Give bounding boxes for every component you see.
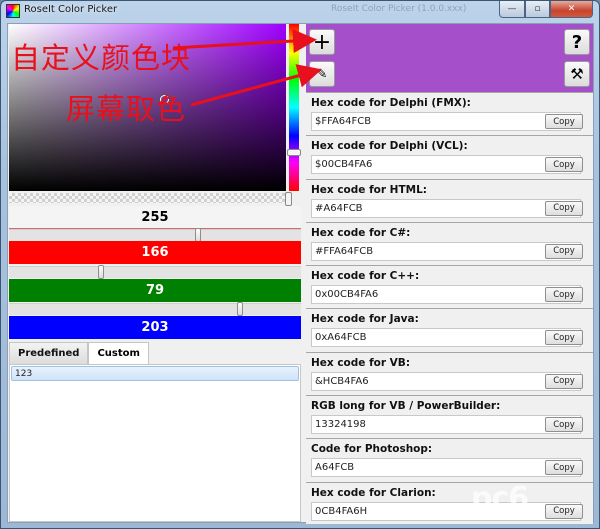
code-field[interactable]: 0xA64FCB [311,328,581,348]
code-field[interactable]: A64FCB [311,458,581,478]
code-label: Hex code for Java: [311,313,419,326]
code-group: RGB long for VB / PowerBuilder: 13324198… [306,395,593,439]
code-group: Hex code for Delphi (VCL): $00CB4FA6 Cop… [306,135,593,179]
copy-button[interactable]: Copy [545,114,583,129]
blue-slider[interactable] [9,302,301,316]
annotation-custom-color-block: 自定义颜色块 [11,41,192,75]
blue-slider-thumb[interactable] [236,302,243,316]
code-field[interactable]: 13324198 [311,415,581,435]
code-group: Hex code for C++: 0x00CB4FA6 Copy [306,265,593,309]
app-icon [6,4,20,18]
alpha-value[interactable]: 255 [9,206,301,229]
code-field[interactable]: 0x00CB4FA6 [311,285,581,305]
close-button[interactable]: ✕ [550,1,593,18]
copy-button[interactable]: Copy [545,373,583,389]
copy-button[interactable]: Copy [545,200,583,216]
code-field[interactable]: $00CB4FA6 [311,155,581,175]
blue-value[interactable]: 203 [9,316,301,339]
copy-button[interactable]: Copy [545,460,583,476]
watermark: pc6 [471,481,529,516]
copy-button[interactable]: Copy [545,287,583,303]
plus-icon: + [312,29,332,55]
copy-button[interactable]: Copy [545,157,583,173]
green-slider-thumb[interactable] [97,265,104,279]
code-field[interactable]: #A64FCB [311,198,581,218]
code-group: Hex code for Clarion: 0CB4FA6H Copy [306,481,593,524]
code-label: Hex code for Delphi (VCL): [311,140,468,153]
code-field[interactable]: #FFA64FCB [311,241,581,261]
custom-color-list: 123 [9,364,301,522]
alpha-strip-thumb[interactable] [285,192,292,206]
app-window: RoseIt Color Picker RoseIt Color Picker … [0,0,600,529]
code-group: Hex code for HTML: #A64FCB Copy [306,178,593,222]
code-field[interactable]: $FFA64FCB [311,112,581,131]
help-button[interactable]: ? [564,29,590,55]
red-value[interactable]: 166 [9,241,301,264]
code-label: Hex code for VB: [311,356,411,369]
code-group: Hex code for Delphi (FMX): $FFA64FCB Cop… [306,92,593,136]
copy-button[interactable]: Copy [545,417,583,433]
add-custom-color-button[interactable]: + [309,29,335,55]
copy-button[interactable]: Copy [545,243,583,259]
minimize-icon: — [507,4,517,14]
tab-custom[interactable]: Custom [88,342,149,364]
code-label: Hex code for HTML: [311,183,427,196]
close-icon: ✕ [567,4,576,14]
copy-button[interactable]: Copy [545,503,583,519]
code-label: Hex code for Delphi (FMX): [311,97,471,109]
color-preview: + ✎ ? ⚒ [306,24,593,92]
code-label: Hex code for C#: [311,226,411,239]
maximize-icon: ▫ [534,4,541,14]
red-slider-thumb[interactable] [195,228,202,242]
hue-slider[interactable] [289,24,299,191]
green-value[interactable]: 79 [9,279,301,302]
minimize-button[interactable]: — [499,1,525,18]
red-slider[interactable] [9,228,301,242]
code-label: Hex code for Clarion: [311,486,436,499]
annotation-screen-pick: 屏幕取色 [66,92,187,126]
title-bar[interactable]: RoseIt Color Picker RoseIt Color Picker … [1,1,599,21]
copy-button[interactable]: Copy [545,330,583,346]
code-label: Code for Photoshop: [311,443,433,456]
code-label: Hex code for C++: [311,270,420,283]
hue-slider-thumb[interactable] [287,149,301,156]
code-group: Hex code for C#: #FFA64FCB Copy [306,221,593,266]
code-list: Hex code for Delphi (FMX): $FFA64FCB Cop… [306,92,593,524]
window-title: RoseIt Color Picker [24,4,118,15]
window-controls: — ▫ ✕ [499,1,593,18]
question-icon: ? [571,31,583,53]
list-item[interactable]: 123 [11,366,299,381]
code-group: Hex code for Java: 0xA64FCB Copy [306,308,593,352]
tools-icon: ⚒ [570,65,584,83]
background-window-title: RoseIt Color Picker (1.0.0.xxx) [331,4,467,14]
maximize-button[interactable]: ▫ [525,1,550,18]
tab-predefined[interactable]: Predefined [9,342,89,364]
green-slider[interactable] [9,265,301,279]
code-group: Hex code for VB: &HCB4FA6 Copy [306,351,593,396]
code-label: RGB long for VB / PowerBuilder: [311,400,501,413]
code-field[interactable]: 0CB4FA6H [311,501,581,521]
eyedropper-button[interactable]: ✎ [309,61,335,87]
settings-button[interactable]: ⚒ [564,61,590,87]
alpha-strip[interactable] [9,193,286,203]
code-field[interactable]: &HCB4FA6 [311,371,581,391]
eyedropper-icon: ✎ [316,66,328,82]
code-group: Code for Photoshop: A64FCB Copy [306,438,593,482]
palette-tabs: Predefined Custom [9,342,301,364]
